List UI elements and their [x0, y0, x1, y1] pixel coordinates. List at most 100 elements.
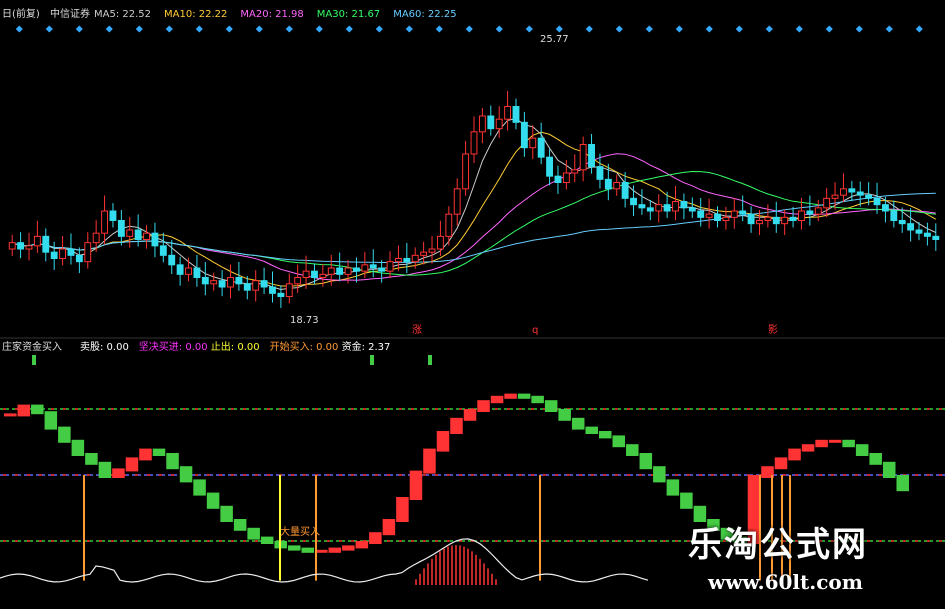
candle-body [840, 188, 847, 196]
candle-body [25, 245, 33, 250]
stock-name: 中信证券 [50, 7, 90, 20]
candle-body [646, 207, 654, 212]
indicator-value-2: 止出: 0.00 [211, 340, 260, 353]
candle-body [588, 144, 595, 168]
top-diamond-marker [555, 25, 563, 33]
candle-body [411, 254, 419, 263]
ma-line-30 [12, 170, 936, 276]
candle-body [890, 210, 898, 221]
candle-body [470, 131, 478, 155]
candle-body [227, 277, 234, 288]
candle-body [143, 232, 150, 241]
candle-body [915, 229, 923, 234]
candle-body [42, 235, 50, 253]
candle-body [697, 210, 705, 218]
candle-body [420, 251, 428, 256]
candle-body [462, 153, 470, 190]
event-marker-2: 影 [768, 324, 778, 336]
oscillator-bar [585, 426, 598, 434]
oscillator-bar [815, 439, 828, 448]
oscillator-bar [639, 453, 653, 470]
oscillator-bar [544, 400, 558, 412]
top-diamond-marker [855, 25, 863, 33]
candle-body [285, 283, 293, 298]
candle-body [394, 258, 402, 263]
candle-body [688, 207, 696, 212]
oscillator-bar [450, 417, 463, 434]
oscillator-bar [490, 395, 504, 404]
watermark-title: 乐淘公式网 [688, 525, 868, 565]
candle-body [705, 213, 713, 218]
candle-body [193, 267, 201, 278]
candle-body [369, 264, 377, 269]
candle-body [579, 144, 587, 171]
oscillator-bar [44, 411, 58, 430]
candle-body [92, 232, 100, 244]
oscillator-bar [193, 479, 206, 496]
oscillator-bar [436, 431, 450, 452]
candle-body [856, 191, 864, 196]
candle-body [361, 264, 369, 272]
candle-body [302, 270, 310, 278]
indicator-value-0: 卖股: 0.00 [80, 341, 129, 353]
top-diamond-marker [645, 25, 653, 33]
top-diamond-marker [465, 25, 473, 33]
top-diamond-marker [195, 25, 203, 33]
candle-body [327, 267, 335, 275]
candle-body [445, 213, 453, 237]
oscillator-bar [328, 547, 342, 553]
oscillator-bar [287, 545, 301, 551]
candle-body [613, 182, 621, 190]
top-diamond-marker [435, 25, 443, 33]
candle-body [17, 242, 25, 250]
ma-label-0: MA5: 22.52 [94, 9, 151, 20]
candle-body [269, 286, 276, 294]
oscillator-bar [882, 461, 896, 478]
candle-body [168, 254, 176, 266]
oscillator-bar [206, 492, 220, 509]
oscillator-bar [517, 393, 531, 399]
indicator-title: 庄家资金买入 [2, 340, 62, 353]
oscillator-bar [612, 435, 626, 448]
top-diamond-marker [495, 25, 503, 33]
top-diamond-marker [885, 25, 893, 33]
candle-body [210, 280, 218, 285]
candle-body [336, 267, 344, 275]
candle-body [8, 242, 16, 250]
candle-body [495, 118, 503, 130]
candle-body [252, 280, 260, 291]
candle-body [151, 232, 159, 247]
candle-body [739, 210, 747, 215]
candle-body [756, 220, 763, 225]
candle-body [101, 210, 108, 234]
oscillator-bar [626, 444, 639, 456]
candle-body [722, 216, 730, 221]
candle-body [75, 254, 83, 263]
candle-body [798, 210, 805, 221]
candle-body [814, 207, 822, 215]
candle-body [730, 210, 738, 218]
candle-body [655, 204, 663, 212]
candle-body [672, 201, 679, 212]
oscillator-bar [4, 413, 17, 417]
top-diamond-marker [825, 25, 833, 33]
top-diamond-marker [15, 25, 23, 33]
candle-body [84, 242, 92, 263]
candle-body [823, 197, 831, 209]
oscillator-bar [179, 466, 193, 483]
event-marker-0: 涨 [412, 324, 422, 336]
candle-body [436, 235, 444, 250]
candle-body [554, 175, 562, 184]
oscillator-bar [342, 545, 355, 551]
oscillator-bar [828, 439, 842, 443]
top-diamond-marker [165, 25, 173, 33]
candle-body [260, 280, 268, 288]
candle-body [630, 197, 637, 206]
top-diamond-marker [345, 25, 353, 33]
candle-body [898, 220, 906, 225]
candle-body [403, 258, 411, 263]
ma-label-4: MA60: 22.25 [393, 9, 456, 20]
oscillator-bar [355, 541, 369, 549]
top-diamond-marker [285, 25, 293, 33]
candle-body [562, 172, 570, 183]
